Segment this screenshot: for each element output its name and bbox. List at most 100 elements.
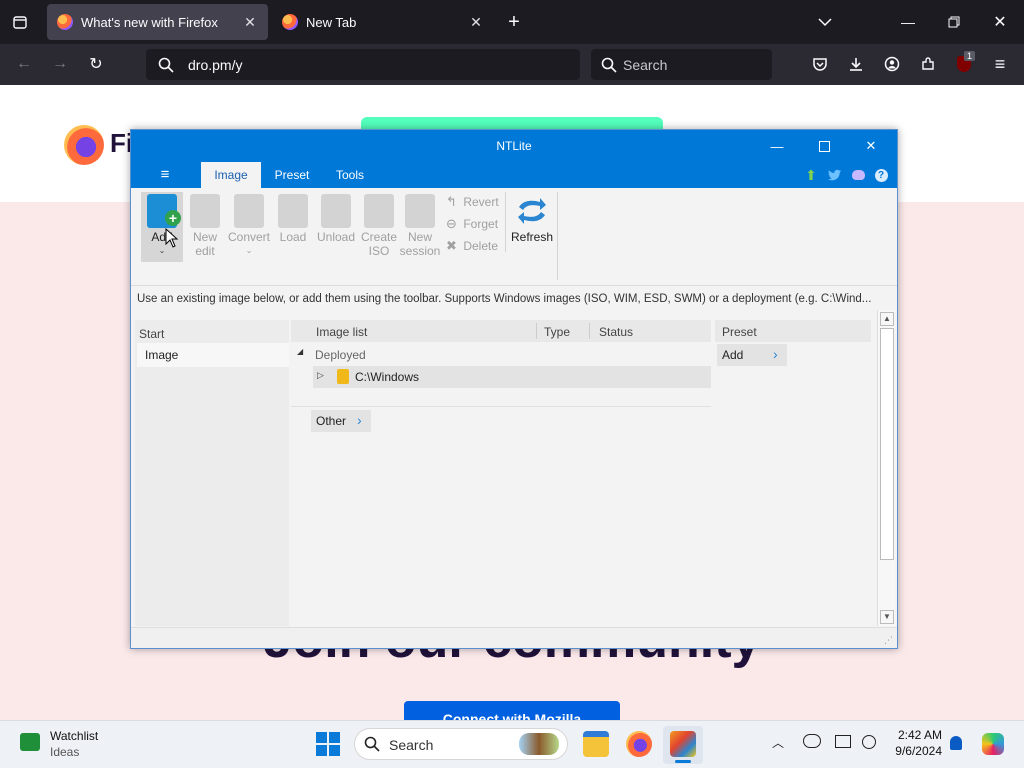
- image-row-windows[interactable]: ▷ C:\Windows: [313, 366, 711, 388]
- tab-tools[interactable]: Tools: [329, 162, 371, 188]
- forget-icon: ⊖: [446, 216, 457, 231]
- ntlite-taskbar-icon[interactable]: [670, 731, 696, 757]
- status-bar: ⋰: [131, 627, 897, 648]
- type-header[interactable]: Type: [544, 322, 570, 342]
- tab-title: New Tab: [306, 14, 357, 30]
- convert-button[interactable]: Convert ⌄: [227, 192, 271, 258]
- load-icon: [278, 194, 308, 228]
- convert-label: Convert: [227, 230, 271, 244]
- downloads-icon[interactable]: [842, 50, 870, 78]
- list-all-tabs-chevron-icon[interactable]: [813, 10, 837, 34]
- forget-label: Forget: [463, 217, 499, 231]
- new-tab-plus-icon[interactable]: +: [502, 10, 526, 34]
- close-icon[interactable]: ✕: [848, 130, 894, 162]
- collapse-triangle-icon: ◢: [297, 347, 304, 356]
- discord-icon[interactable]: [849, 162, 867, 188]
- vertical-scrollbar[interactable]: ▲ ▼: [877, 310, 895, 626]
- search-bar[interactable]: Search: [591, 49, 772, 80]
- tab-title: What's new with Firefox: [81, 14, 218, 30]
- notification-bell-icon[interactable]: [950, 736, 962, 750]
- other-button[interactable]: Other ›: [311, 410, 371, 432]
- revert-icon: ↰: [446, 194, 457, 209]
- help-icon[interactable]: ?: [873, 162, 889, 188]
- refresh-button[interactable]: Refresh: [509, 192, 555, 244]
- hint-text: Use an existing image below, or add them…: [137, 293, 872, 305]
- twitter-icon[interactable]: [825, 162, 845, 188]
- cloud-offline-icon[interactable]: [803, 734, 821, 748]
- display-icon[interactable]: [835, 735, 851, 748]
- search-highlight-football-icon: [519, 733, 559, 755]
- file-explorer-icon[interactable]: [583, 731, 609, 757]
- close-tab-icon[interactable]: ✕: [468, 14, 484, 31]
- delete-label: Delete: [463, 239, 499, 253]
- close-tab-icon[interactable]: ✕: [242, 14, 258, 31]
- preset-add-label: Add: [722, 348, 744, 362]
- scroll-down-arrow-icon[interactable]: ▼: [880, 610, 894, 624]
- browser-tab[interactable]: New Tab ✕: [272, 4, 494, 40]
- reload-icon[interactable]: ↻: [82, 50, 110, 78]
- firefox-favicon-icon: [282, 14, 298, 30]
- add-button[interactable]: + Add ⌄: [141, 192, 183, 262]
- search-icon: [601, 57, 617, 73]
- image-list-header[interactable]: Image list: [316, 322, 367, 342]
- ribbon-divider: [557, 192, 558, 280]
- search-icon: [364, 736, 380, 752]
- search-icon: [158, 57, 174, 73]
- extensions-icon[interactable]: [914, 50, 942, 78]
- clock[interactable]: 2:42 AM 9/6/2024: [886, 728, 942, 758]
- pocket-icon[interactable]: [806, 50, 834, 78]
- ublock-extension-icon[interactable]: 1: [950, 50, 978, 78]
- restore-icon[interactable]: [942, 8, 966, 36]
- back-arrow-icon[interactable]: ←: [10, 50, 38, 78]
- app-menu-icon[interactable]: ≡: [151, 162, 179, 188]
- ribbon-divider: [505, 192, 506, 252]
- tab-preset[interactable]: Preset: [269, 162, 315, 188]
- minimize-icon[interactable]: —: [896, 8, 920, 36]
- search-placeholder: Search: [623, 56, 668, 73]
- maximize-icon[interactable]: [801, 130, 847, 162]
- other-label: Other: [316, 414, 347, 428]
- start-windows-icon[interactable]: [316, 732, 340, 756]
- tab-list-icon[interactable]: [8, 10, 32, 34]
- browser-tab-active[interactable]: What's new with Firefox ✕: [47, 4, 268, 40]
- folder-icon: [337, 369, 349, 384]
- minimize-icon[interactable]: —: [754, 130, 800, 162]
- deployed-group[interactable]: ◢ Deployed: [293, 345, 711, 365]
- delete-button[interactable]: ✖ Delete: [446, 237, 498, 255]
- new-session-label-2: session: [399, 244, 441, 258]
- image-path: C:\Windows: [355, 370, 420, 384]
- unload-label: Unload: [316, 230, 356, 244]
- start-item-image[interactable]: Image: [137, 343, 289, 367]
- show-hidden-icons-chevron-icon[interactable]: ︿: [772, 734, 784, 751]
- widget-watchlist[interactable]: Watchlist Ideas: [18, 727, 128, 763]
- close-window-icon[interactable]: ✕: [988, 8, 1012, 36]
- load-button[interactable]: Load: [272, 192, 314, 244]
- scroll-thumb[interactable]: [880, 328, 894, 560]
- chevron-right-icon: ›: [773, 346, 778, 362]
- taskbar-search-box[interactable]: Search: [354, 728, 568, 760]
- preset-add-button[interactable]: Add ›: [717, 344, 787, 366]
- new-session-button[interactable]: New session: [399, 192, 441, 258]
- tab-image[interactable]: Image: [201, 162, 261, 188]
- revert-button[interactable]: ↰ Revert: [446, 193, 499, 211]
- forget-button[interactable]: ⊖ Forget: [446, 215, 498, 233]
- firefox-taskbar-icon[interactable]: [626, 731, 652, 757]
- copilot-icon[interactable]: [982, 733, 1004, 755]
- status-header[interactable]: Status: [599, 322, 633, 342]
- resize-grip-icon[interactable]: ⋰: [884, 635, 893, 646]
- menu-hamburger-icon[interactable]: ≡: [986, 50, 1014, 78]
- add-image-icon: +: [147, 194, 181, 228]
- new-edit-button[interactable]: New edit: [184, 192, 226, 258]
- update-arrow-icon[interactable]: ⬆: [803, 162, 819, 188]
- forward-arrow-icon[interactable]: →: [46, 50, 74, 78]
- network-icon[interactable]: [862, 735, 876, 749]
- refresh-label: Refresh: [510, 230, 554, 244]
- clock-date: 9/6/2024: [895, 744, 942, 758]
- create-iso-button[interactable]: Create ISO: [358, 192, 400, 258]
- unload-button[interactable]: Unload: [315, 192, 357, 244]
- start-item-label: Image: [145, 348, 179, 362]
- unload-icon: [321, 194, 351, 228]
- account-icon[interactable]: [878, 50, 906, 78]
- url-bar[interactable]: dro.pm/y: [146, 49, 580, 80]
- scroll-up-arrow-icon[interactable]: ▲: [880, 312, 894, 326]
